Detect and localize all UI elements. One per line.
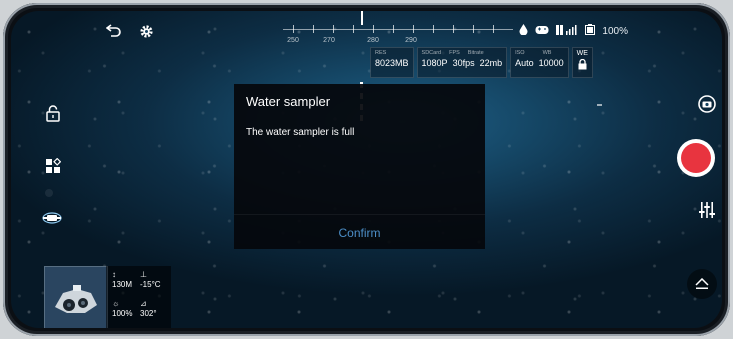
expand-button[interactable] <box>687 269 717 299</box>
light-bulb-icon: ☼ <box>112 299 120 308</box>
record-dot <box>681 143 711 173</box>
wb-value: 10000 <box>538 58 564 68</box>
dialog-title: Water sampler <box>246 94 331 109</box>
bitrate-value: 22mb <box>479 58 503 68</box>
camera-switch-icon <box>698 95 716 113</box>
temperature-value: -15°C <box>140 280 161 289</box>
depth-cell: ↕ 130M <box>112 270 132 289</box>
status-bar: 100% <box>519 24 628 38</box>
confirm-button[interactable]: Confirm <box>234 226 485 240</box>
rov-image <box>45 267 107 328</box>
water-sampler-dialog: Water sampler The water sampler is full … <box>234 84 485 249</box>
param-label: RES <box>375 50 387 56</box>
video-box[interactable]: SDCard FPS Bitrate 1080P 30fps 22mb <box>416 47 508 78</box>
temperature-cell: ⊥ -15°C <box>140 270 161 289</box>
gamepad-icon <box>535 25 549 38</box>
gear-icon <box>139 24 153 38</box>
compass-label: 280 <box>367 37 379 44</box>
back-arrow-icon <box>106 24 121 37</box>
iso-value: Auto <box>515 58 534 68</box>
compass-needle <box>361 11 363 25</box>
exposure-box[interactable]: ISO WB Auto 10000 <box>510 47 569 78</box>
param-label: FPS <box>449 50 460 56</box>
settings-button[interactable] <box>137 22 155 40</box>
param-label: ISO <box>515 50 525 56</box>
camera-switch-button[interactable] <box>696 93 718 115</box>
sliders-icon <box>699 202 715 218</box>
grid-icon <box>46 158 61 173</box>
storage-value: 8023MB <box>375 58 409 68</box>
water-drop-icon <box>519 24 528 38</box>
lock-icon <box>578 58 587 70</box>
battery-percent: 100% <box>602 25 628 37</box>
compass-label: 250 <box>287 37 299 44</box>
back-button[interactable] <box>105 22 123 40</box>
dialog-separator <box>234 214 485 215</box>
telemetry-panel: ↕ 130M ⊥ -15°C ☼ 100% ⊿ 302° <box>106 266 171 328</box>
modules-button[interactable] <box>43 156 63 176</box>
camera-view: 250 270 280 290 100% RES 8023MB SDCard F… <box>11 11 722 328</box>
param-label: WB <box>542 50 552 56</box>
resolution-value: 1080P <box>421 58 448 68</box>
compass-label: 270 <box>323 37 335 44</box>
lock-label: WE <box>576 50 588 57</box>
heading-cell: ⊿ 302° <box>140 299 157 318</box>
adjustments-button[interactable] <box>696 199 718 221</box>
param-label: Bitrate <box>467 50 484 56</box>
light-cell: ☼ 100% <box>112 299 132 318</box>
phone-frame: 250 270 280 290 100% RES 8023MB SDCard F… <box>3 3 730 336</box>
eject-up-icon <box>695 278 709 289</box>
battery-icon <box>585 24 596 38</box>
light-value: 100% <box>112 309 133 318</box>
small-indicator <box>597 104 602 106</box>
camera-params: RES 8023MB SDCard FPS Bitrate 1080P 30fps 22… <box>370 47 593 78</box>
signal-icon <box>556 24 578 38</box>
exposure-lock-box[interactable]: WE <box>571 47 593 78</box>
sampler-button[interactable] <box>40 207 64 229</box>
storage-box: RES 8023MB <box>370 47 414 78</box>
thermometer-icon: ⊥ <box>140 270 147 279</box>
sampler-icon <box>42 212 62 224</box>
record-button[interactable] <box>677 139 715 177</box>
dialog-message: The water sampler is full <box>246 127 355 138</box>
param-label: SDCard <box>421 50 442 56</box>
fps-value: 30fps <box>452 58 475 68</box>
heading-icon: ⊿ <box>140 299 147 308</box>
heading-value: 302° <box>140 309 157 318</box>
depth-value: 130M <box>112 280 133 289</box>
page-indicator-dot <box>45 189 53 197</box>
depth-icon: ↕ <box>112 270 116 279</box>
compass-label: 290 <box>405 37 417 44</box>
unlock-icon <box>46 104 60 122</box>
rov-thumbnail[interactable] <box>44 266 108 328</box>
unlock-button[interactable] <box>43 103 63 123</box>
